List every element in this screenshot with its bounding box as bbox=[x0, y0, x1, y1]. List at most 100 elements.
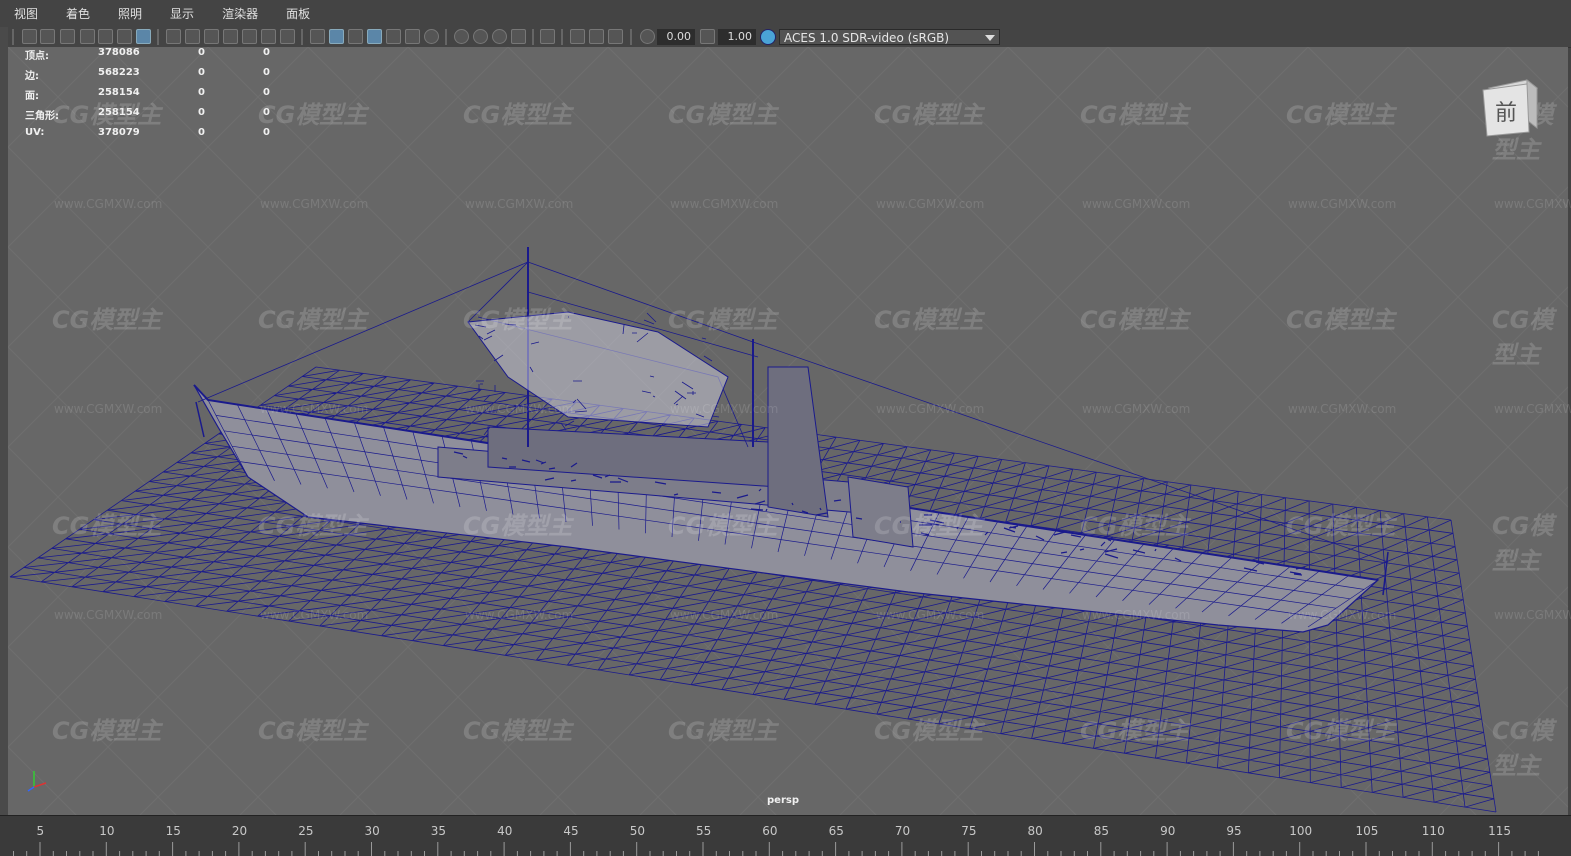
bookmark-icon[interactable] bbox=[80, 29, 95, 44]
watermark-url: www.CGMXW.com bbox=[876, 402, 984, 416]
watermark-url: www.CGMXW.com bbox=[1494, 402, 1571, 416]
grease-pencil-icon[interactable] bbox=[136, 29, 151, 44]
backface-culling-icon[interactable] bbox=[608, 29, 623, 44]
smooth-shade-icon[interactable] bbox=[329, 29, 344, 44]
textured-icon[interactable] bbox=[386, 29, 401, 44]
watermark-url: www.CGMXW.com bbox=[1494, 608, 1571, 622]
safe-title-icon[interactable] bbox=[280, 29, 295, 44]
time-slider[interactable]: 5 10 15 20 25 30 35 40 45 50 55 60 65 70 75 80 85 90 95 100… bbox=[0, 815, 1571, 856]
anti-aliasing-icon[interactable] bbox=[492, 29, 507, 44]
view-cube[interactable]: 前 bbox=[1481, 76, 1539, 138]
watermark-url: www.CGMXW.com bbox=[54, 197, 162, 211]
isolate-select-icon[interactable] bbox=[540, 29, 555, 44]
toolbar-separator bbox=[157, 29, 159, 45]
watermark-logo: CG模型主 bbox=[668, 300, 777, 335]
time-ruler-label: 80 bbox=[1028, 824, 1043, 838]
watermark-url: www.CGMXW.com bbox=[54, 608, 162, 622]
time-ruler-label: 60 bbox=[762, 824, 777, 838]
field-chart-icon[interactable] bbox=[242, 29, 257, 44]
watermark-logo: CG模型主 bbox=[1492, 711, 1571, 781]
watermark-logo: CG模型主 bbox=[463, 711, 572, 746]
image-plane-icon[interactable] bbox=[98, 29, 113, 44]
use-all-lights-icon[interactable] bbox=[405, 29, 420, 44]
screen-space-ao-icon[interactable] bbox=[454, 29, 469, 44]
toolbar-separator bbox=[532, 29, 534, 45]
watermark-url: www.CGMXW.com bbox=[1288, 402, 1396, 416]
watermark-url: www.CGMXW.com bbox=[54, 402, 162, 416]
film-gate-icon[interactable] bbox=[185, 29, 200, 44]
resolution-gate-icon[interactable] bbox=[204, 29, 219, 44]
watermark-logo: CG模型主 bbox=[52, 711, 161, 746]
time-ruler-label: 30 bbox=[365, 824, 380, 838]
time-ruler-label: 50 bbox=[630, 824, 645, 838]
watermark-url: www.CGMXW.com bbox=[1494, 197, 1571, 211]
menu-renderer[interactable]: 渲染器 bbox=[218, 3, 262, 24]
watermark-logo: CG模型主 bbox=[463, 300, 572, 335]
gamma-field[interactable]: 1.00 bbox=[718, 29, 756, 45]
grid-icon[interactable] bbox=[166, 29, 181, 44]
camera-attributes-icon[interactable] bbox=[40, 29, 55, 44]
watermark-logo: CG模型主 bbox=[1492, 506, 1571, 576]
menu-show[interactable]: 显示 bbox=[166, 3, 198, 24]
camera-name-label: persp bbox=[767, 795, 799, 806]
time-ruler-label: 85 bbox=[1094, 824, 1109, 838]
wireframe-icon[interactable] bbox=[310, 29, 325, 44]
time-ruler-label: 75 bbox=[961, 824, 976, 838]
color-space-dropdown[interactable]: ACES 1.0 SDR-video (sRGB) bbox=[779, 29, 1000, 45]
default-material-icon[interactable] bbox=[348, 29, 363, 44]
chevron-down-icon bbox=[985, 35, 995, 41]
toolbar-separator bbox=[445, 29, 447, 45]
time-ruler-label: 5 bbox=[37, 824, 45, 838]
watermark-url: www.CGMXW.com bbox=[465, 402, 573, 416]
wireframe-scene bbox=[8, 47, 1568, 815]
hud-row-vertices: 顶点: 378086 0 0 bbox=[25, 47, 285, 67]
exposure-field[interactable]: 0.00 bbox=[657, 29, 695, 45]
select-camera-icon[interactable] bbox=[22, 29, 37, 44]
time-ruler-label: 70 bbox=[895, 824, 910, 838]
hud-row-edges: 边: 568223 0 0 bbox=[25, 67, 285, 87]
watermark-logo: CG模型主 bbox=[52, 300, 161, 335]
watermark-logo: CG模型主 bbox=[1286, 95, 1395, 130]
menu-lighting[interactable]: 照明 bbox=[114, 3, 146, 24]
view-cube-face-label: 前 bbox=[1495, 101, 1517, 126]
wireframe-on-shaded-icon[interactable] bbox=[367, 29, 382, 44]
time-ruler-label: 105 bbox=[1356, 824, 1379, 838]
watermark-logo: CG模型主 bbox=[668, 95, 777, 130]
2d-pan-zoom-icon[interactable] bbox=[117, 29, 132, 44]
color-management-icon[interactable] bbox=[760, 29, 776, 45]
watermark-logo: CG模型主 bbox=[874, 300, 983, 335]
viewport-menu-bar: 视图 着色 照明 显示 渲染器 面板 bbox=[0, 0, 1571, 27]
menu-panels[interactable]: 面板 bbox=[282, 3, 314, 24]
toolbar-separator bbox=[301, 29, 303, 45]
3d-viewport[interactable] bbox=[8, 47, 1568, 815]
viewport-border bbox=[0, 27, 8, 815]
watermark-logo: CG模型主 bbox=[52, 506, 161, 541]
toolbar-separator bbox=[561, 29, 563, 45]
watermark-logo: CG模型主 bbox=[668, 506, 777, 541]
camera-bookmark-icon[interactable] bbox=[60, 29, 75, 44]
color-space-label: ACES 1.0 SDR-video (sRGB) bbox=[784, 31, 949, 45]
menu-shading[interactable]: 着色 bbox=[62, 3, 94, 24]
watermark-logo: CG模型主 bbox=[463, 506, 572, 541]
watermark-url: www.CGMXW.com bbox=[260, 197, 368, 211]
safe-action-icon[interactable] bbox=[261, 29, 276, 44]
exposure-icon[interactable] bbox=[640, 29, 655, 44]
menu-view[interactable]: 视图 bbox=[10, 3, 42, 24]
hud-row-faces: 面: 258154 0 0 bbox=[25, 87, 285, 107]
watermark-logo: CG模型主 bbox=[1080, 300, 1189, 335]
motion-blur-icon[interactable] bbox=[473, 29, 488, 44]
gate-mask-icon[interactable] bbox=[223, 29, 238, 44]
time-ruler-label: 45 bbox=[563, 824, 578, 838]
watermark-logo: CG模型主 bbox=[463, 95, 572, 130]
watermark-url: www.CGMXW.com bbox=[876, 608, 984, 622]
time-ruler-label: 10 bbox=[99, 824, 114, 838]
xray-joints-icon[interactable] bbox=[589, 29, 604, 44]
gamma-icon[interactable] bbox=[700, 29, 715, 44]
shadows-icon[interactable] bbox=[424, 29, 439, 44]
watermark-logo: CG模型主 bbox=[1492, 300, 1571, 370]
watermark-url: www.CGMXW.com bbox=[1082, 197, 1190, 211]
watermark-url: www.CGMXW.com bbox=[1082, 608, 1190, 622]
depth-of-field-icon[interactable] bbox=[511, 29, 526, 44]
xray-icon[interactable] bbox=[570, 29, 585, 44]
time-ruler-label: 100 bbox=[1289, 824, 1312, 838]
